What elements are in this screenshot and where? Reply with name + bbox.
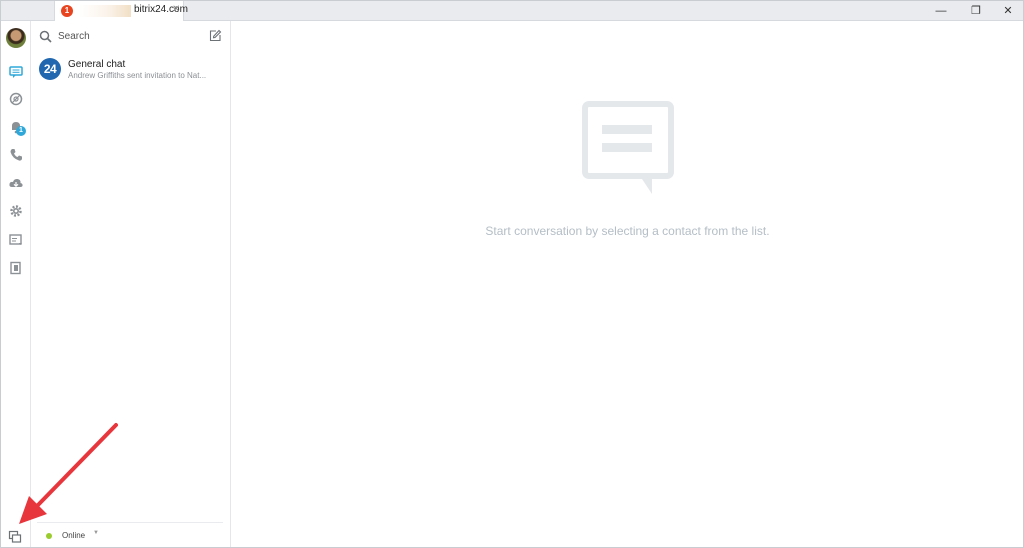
close-window-button[interactable]: ✕ <box>993 1 1023 21</box>
chat-icon[interactable] <box>8 64 24 80</box>
chevron-down-icon[interactable]: ▼ <box>93 530 99 536</box>
phone-icon[interactable] <box>8 147 24 163</box>
contacts-panel: Search 24 General chat Andrew Griffiths … <box>31 21 231 547</box>
chat-name: General chat <box>68 59 126 70</box>
footer-divider <box>37 522 223 523</box>
left-icon-bar: 1 <box>1 21 31 547</box>
redacted-subdomain <box>79 5 131 17</box>
window-switch-icon[interactable] <box>8 530 22 544</box>
search-input[interactable]: Search <box>58 31 90 42</box>
title-bar: 1 bitrix24.com ✕ — ❐ ✕ <box>1 1 1023 21</box>
tasks-icon[interactable] <box>8 232 24 248</box>
disk-icon[interactable] <box>8 175 24 191</box>
browser-tab[interactable]: 1 bitrix24.com ✕ <box>54 1 188 21</box>
tab-notification-badge: 1 <box>61 5 73 17</box>
compose-icon[interactable] <box>209 29 222 42</box>
notifications-icon[interactable]: 1 <box>8 119 26 136</box>
settings-icon[interactable] <box>8 203 24 219</box>
chat-list-item[interactable]: 24 General chat Andrew Griffiths sent in… <box>31 57 230 85</box>
chat-avatar: 24 <box>39 58 61 80</box>
online-status-dot <box>46 533 52 539</box>
status-selector[interactable]: Online <box>62 531 85 540</box>
app-window: 1 bitrix24.com ✕ — ❐ ✕ 1 Search 24 Gener… <box>0 0 1024 548</box>
open-channels-icon[interactable] <box>8 91 24 107</box>
chat-placeholder-icon <box>582 101 674 194</box>
notifications-badge: 1 <box>16 126 26 136</box>
minimize-button[interactable]: — <box>926 1 956 21</box>
conversation-area: Start conversation by selecting a contac… <box>232 21 1023 547</box>
restore-button[interactable]: ❐ <box>961 1 991 21</box>
search-icon[interactable] <box>39 30 52 43</box>
tab-close-icon[interactable]: ✕ <box>172 4 180 15</box>
empty-state-message: Start conversation by selecting a contac… <box>485 224 770 238</box>
chat-preview: Andrew Griffiths sent invitation to Nat.… <box>68 71 207 80</box>
user-avatar[interactable] <box>6 28 26 48</box>
news-icon[interactable] <box>8 260 24 276</box>
